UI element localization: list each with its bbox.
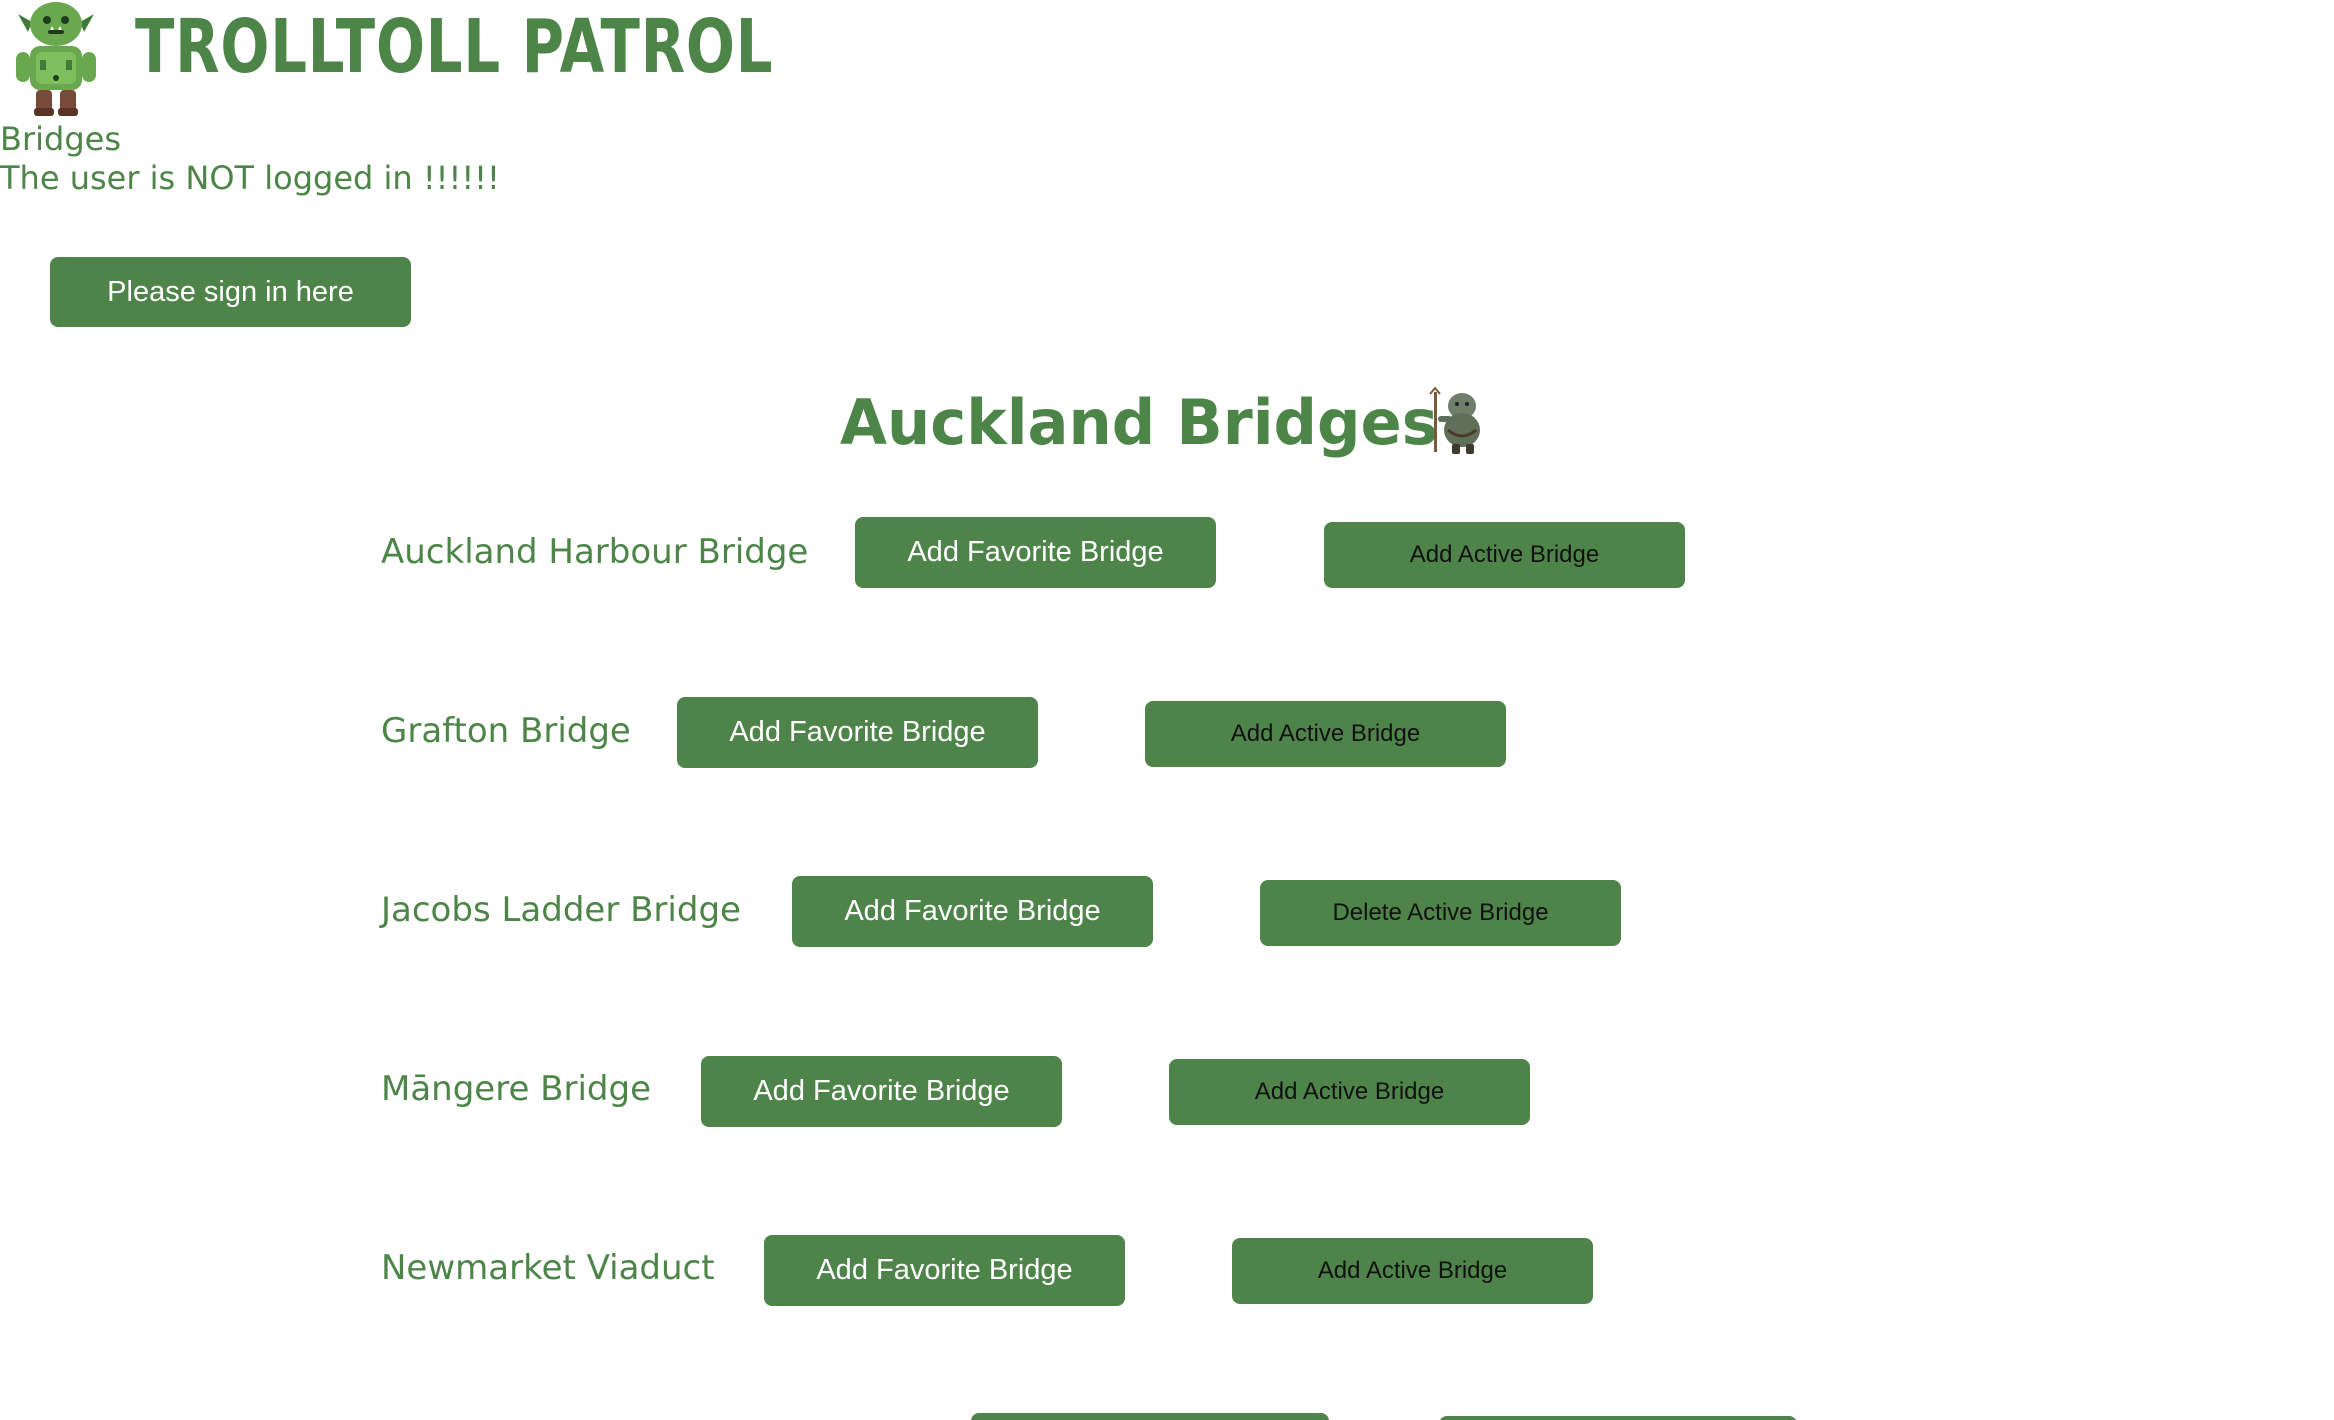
add-favorite-bridge-button[interactable]: Add Favorite Bridge	[677, 697, 1038, 768]
page-title: Auckland Bridges	[840, 382, 1480, 462]
add-favorite-bridge-button[interactable]: Add Favorite Bridge	[792, 876, 1153, 947]
brand-title[interactable]: TROLLTOLL PATROL	[135, 10, 773, 84]
troll-with-staff-icon	[1429, 386, 1480, 454]
nav-link-bridges[interactable]: Bridges	[0, 120, 121, 158]
add-active-bridge-button[interactable]: Add Active Bridge	[1145, 701, 1506, 767]
add-favorite-bridge-button[interactable]: Add Favorite Bridge	[855, 517, 1216, 588]
bridge-name: Newmarket Viaduct	[381, 1248, 715, 1288]
login-status-text: The user is NOT logged in !!!!!!	[0, 159, 500, 197]
delete-active-bridge-button[interactable]: Delete Active Bridge	[1260, 880, 1621, 946]
sign-in-button[interactable]: Please sign in here	[50, 257, 411, 327]
add-active-bridge-button[interactable]	[1439, 1416, 1797, 1420]
page-title-text: Auckland Bridges	[840, 385, 1438, 459]
add-favorite-bridge-button[interactable]: Add Favorite Bridge	[764, 1235, 1125, 1306]
brand[interactable]	[10, 0, 102, 118]
add-favorite-bridge-button[interactable]: Add Favorite Bridge	[701, 1056, 1062, 1127]
add-favorite-bridge-button[interactable]	[971, 1413, 1329, 1420]
page: TROLLTOLL PATROL Bridges The user is NOT…	[0, 0, 2334, 1420]
troll-logo-icon	[16, 2, 96, 116]
add-active-bridge-button[interactable]: Add Active Bridge	[1324, 522, 1685, 588]
add-active-bridge-button[interactable]: Add Active Bridge	[1169, 1059, 1530, 1125]
bridge-name: Jacobs Ladder Bridge	[381, 890, 741, 930]
bridge-name: Auckland Harbour Bridge	[381, 532, 809, 572]
add-active-bridge-button[interactable]: Add Active Bridge	[1232, 1238, 1593, 1304]
bridge-name: Grafton Bridge	[381, 711, 631, 751]
bridge-name: Māngere Bridge	[381, 1069, 652, 1109]
